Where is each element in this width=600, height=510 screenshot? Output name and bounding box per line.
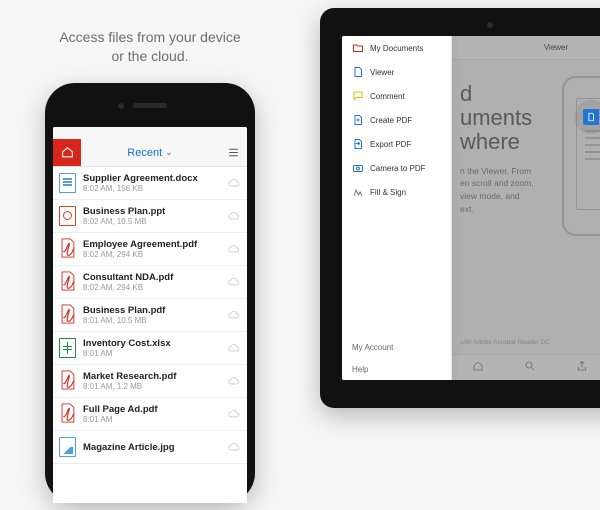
cloud-icon bbox=[227, 211, 241, 221]
pdf-icon bbox=[59, 403, 76, 426]
phone-camera-dot bbox=[118, 103, 124, 109]
cloud-icon bbox=[227, 178, 241, 188]
left-caption: Access files from your device or the clo… bbox=[59, 28, 240, 73]
file-meta: 8:02 AM, 294 KB bbox=[83, 250, 221, 259]
cloud-icon bbox=[227, 409, 241, 419]
sidebar-item-label: Export PDF bbox=[370, 140, 411, 149]
home-button[interactable] bbox=[53, 139, 81, 166]
file-row[interactable]: Business Plan.ppt8:02 AM, 10.5 MB bbox=[53, 200, 247, 233]
hero-badge[interactable] bbox=[574, 100, 600, 134]
file-meta: 8:01 AM bbox=[83, 349, 221, 358]
sidebar-bottom-item[interactable]: My Account bbox=[342, 336, 451, 358]
phone-speaker bbox=[133, 103, 167, 108]
sidebar-item-label: Viewer bbox=[370, 68, 394, 77]
cloud-icon bbox=[227, 343, 241, 353]
recent-dropdown[interactable]: Recent ⌄ bbox=[81, 139, 219, 166]
tablet-main: Viewer Undo dumentswhere n the Viewer. F… bbox=[452, 36, 600, 380]
file-name: Business Plan.ppt bbox=[83, 206, 221, 217]
cloud-icon bbox=[227, 442, 241, 452]
folder-icon bbox=[352, 42, 364, 54]
tablet-camera-dot bbox=[487, 22, 493, 28]
pdf-icon bbox=[59, 238, 76, 261]
sidebar-item-camera[interactable]: Camera to PDF bbox=[342, 156, 451, 180]
ppt-icon bbox=[59, 206, 76, 226]
tablet-dim-overlay[interactable] bbox=[452, 36, 600, 380]
sidebar-item-label: Create PDF bbox=[370, 116, 412, 125]
toolbar-title: Recent bbox=[127, 147, 162, 159]
camera-icon bbox=[352, 162, 364, 174]
img-icon bbox=[59, 437, 76, 457]
sidebar-bottom-label: Help bbox=[352, 365, 368, 374]
document-icon bbox=[583, 109, 599, 125]
file-name: Consultant NDA.pdf bbox=[83, 272, 221, 283]
pdf-icon bbox=[59, 370, 76, 393]
tablet-sidebar: My Documents Viewer Comment Create PDF Expor… bbox=[342, 36, 452, 380]
sidebar-item-file[interactable]: Viewer bbox=[342, 60, 451, 84]
file-meta: 8:02 AM, 10.5 MB bbox=[83, 217, 221, 226]
tablet-screen: My Documents Viewer Comment Create PDF Expor… bbox=[342, 36, 600, 380]
file-meta: 8:01 AM, 1.2 MB bbox=[83, 382, 221, 391]
pdf-icon bbox=[59, 271, 76, 294]
file-meta: 8:01 AM, 10.5 MB bbox=[83, 316, 221, 325]
file-name: Business Plan.pdf bbox=[83, 305, 221, 316]
sidebar-item-export[interactable]: Export PDF bbox=[342, 132, 451, 156]
sidebar-item-folder[interactable]: My Documents bbox=[342, 36, 451, 60]
file-name: Employee Agreement.pdf bbox=[83, 239, 221, 250]
file-row[interactable]: Market Research.pdf8:01 AM, 1.2 MB bbox=[53, 365, 247, 398]
file-name: Inventory Cost.xlsx bbox=[83, 338, 221, 349]
list-view-icon bbox=[227, 146, 240, 159]
file-meta: 8:02 AM, 294 KB bbox=[83, 283, 221, 292]
file-name: Supplier Agreement.docx bbox=[83, 173, 221, 184]
file-row[interactable]: Magazine Article.jpg bbox=[53, 431, 247, 464]
file-icon bbox=[352, 66, 364, 78]
phone-status-bar bbox=[53, 127, 247, 139]
pdf-icon bbox=[59, 304, 76, 327]
left-pane: Access files from your device or the clo… bbox=[0, 0, 300, 510]
cloud-icon bbox=[227, 277, 241, 287]
file-name: Full Page Ad.pdf bbox=[83, 404, 221, 415]
file-name: Market Research.pdf bbox=[83, 371, 221, 382]
xls-icon bbox=[59, 338, 76, 358]
right-pane: Easily find PDF tools. My DocumentsViewe… bbox=[300, 0, 600, 510]
file-row[interactable]: Business Plan.pdf8:01 AM, 10.5 MB bbox=[53, 299, 247, 332]
sidebar-item-label: My Documents bbox=[370, 44, 423, 53]
sidebar-bottom-item[interactable]: Help bbox=[342, 358, 451, 380]
tablet-frame: My Documents Viewer Comment Create PDF Expor… bbox=[320, 8, 600, 408]
phone-toolbar: Recent ⌄ bbox=[53, 139, 247, 167]
home-icon bbox=[61, 146, 74, 159]
file-list: Supplier Agreement.docx8:02 AM, 156 KBBu… bbox=[53, 167, 247, 464]
sidebar-item-label: Fill & Sign bbox=[370, 188, 406, 197]
sidebar-item-label: Comment bbox=[370, 92, 405, 101]
cloud-icon bbox=[227, 376, 241, 386]
file-meta: 8:02 AM, 156 KB bbox=[83, 184, 221, 193]
file-row[interactable]: Consultant NDA.pdf8:02 AM, 294 KB bbox=[53, 266, 247, 299]
sign-icon bbox=[352, 186, 364, 198]
file-row[interactable]: Inventory Cost.xlsx8:01 AM bbox=[53, 332, 247, 365]
file-row[interactable]: Full Page Ad.pdf8:01 AM bbox=[53, 398, 247, 431]
sidebar-item-create[interactable]: Create PDF bbox=[342, 108, 451, 132]
export-icon bbox=[352, 138, 364, 150]
cloud-icon bbox=[227, 244, 241, 254]
file-name: Magazine Article.jpg bbox=[83, 442, 221, 453]
comment-icon bbox=[352, 90, 364, 102]
sidebar-bottom-label: My Account bbox=[352, 343, 393, 352]
view-toggle-button[interactable] bbox=[219, 139, 247, 166]
file-row[interactable]: Employee Agreement.pdf8:02 AM, 294 KB bbox=[53, 233, 247, 266]
chevron-down-icon: ⌄ bbox=[165, 147, 173, 158]
sidebar-item-label: Camera to PDF bbox=[370, 164, 426, 173]
sidebar-item-comment[interactable]: Comment bbox=[342, 84, 451, 108]
sidebar-item-sign[interactable]: Fill & Sign bbox=[342, 180, 451, 204]
file-meta: 8:01 AM bbox=[83, 415, 221, 424]
phone-screen: Recent ⌄ Supplier Agreement.docx8:02 AM,… bbox=[53, 127, 247, 503]
cloud-icon bbox=[227, 310, 241, 320]
create-icon bbox=[352, 114, 364, 126]
file-row[interactable]: Supplier Agreement.docx8:02 AM, 156 KB bbox=[53, 167, 247, 200]
word-icon bbox=[59, 173, 76, 193]
phone-frame: Recent ⌄ Supplier Agreement.docx8:02 AM,… bbox=[45, 83, 255, 503]
